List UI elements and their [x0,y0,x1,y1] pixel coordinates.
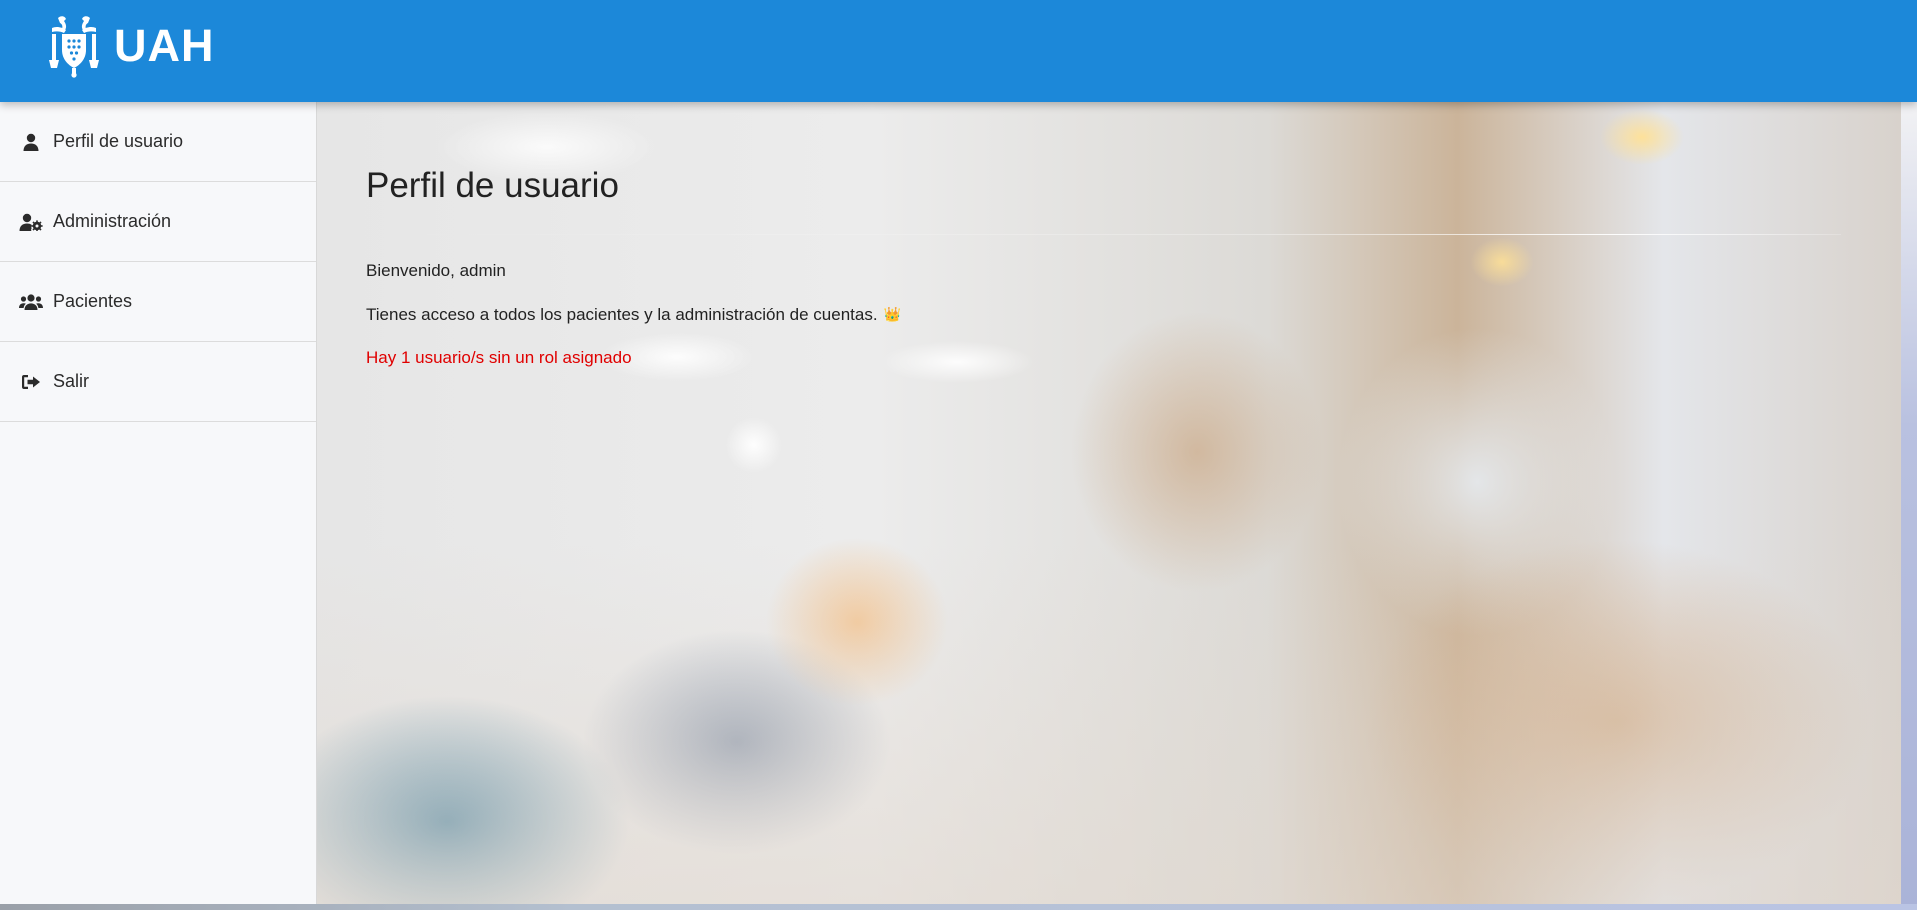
uah-crest-logo [49,16,99,78]
sidebar-item-label: Perfil de usuario [53,131,184,151]
brand-text: UAH [114,20,215,71]
window-edge-strip [1901,102,1917,910]
page-title: Perfil de usuario [366,166,619,205]
welcome-text: Bienvenido, admin [366,261,506,280]
sidebar-item-label: Administración [53,211,172,231]
sidebar-item-salir[interactable]: Salir [0,342,316,422]
users-icon [18,291,44,313]
sidebar-item-pacientes[interactable]: Pacientes [0,262,316,342]
sign-out-icon [18,371,44,393]
profile-panel: Perfil de usuario Bienvenido, admin Tien… [366,102,1841,368]
user-icon [18,131,44,153]
user-cog-icon [18,211,44,233]
unassigned-role-alert: Hay 1 usuario/s sin un rol asignado [366,348,632,368]
access-message: Tienes acceso a todos los pacientes y la… [366,304,878,324]
sidebar-item-perfil-de-usuario[interactable]: Perfil de usuario [0,102,316,182]
top-header-bar: UAH [0,0,1917,102]
divider [366,234,1841,235]
brand[interactable]: UAH [44,14,215,78]
app-page: UAH Perfil de usuario Administración Pac… [0,0,1917,910]
sidebar-item-administracion[interactable]: Administración [0,182,316,262]
main-content: Perfil de usuario Bienvenido, admin Tien… [317,102,1901,904]
sidebar-item-label: Pacientes [53,291,133,311]
sidebar-item-label: Salir [53,371,90,391]
bottom-edge-strip [0,904,1917,910]
access-text: Tienes acceso a todos los pacientes y la… [366,304,1841,325]
crown-icon: 👑 [883,305,901,322]
sidebar: Perfil de usuario Administración Pacient… [0,102,317,904]
